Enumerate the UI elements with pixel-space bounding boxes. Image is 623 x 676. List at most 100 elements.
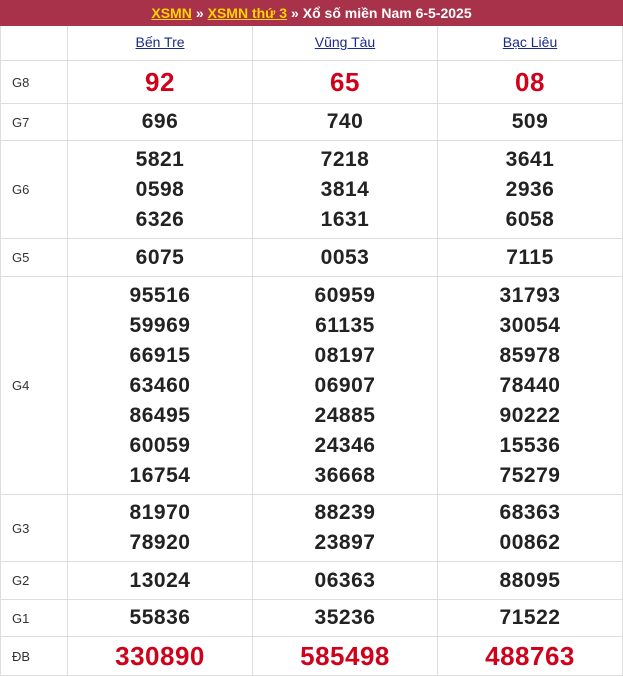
- result-number: 78440: [499, 373, 561, 397]
- result-cell: 740: [252, 103, 438, 141]
- prize-row-g2: G2 13024 06363 88095: [0, 561, 623, 600]
- result-number: 60959: [314, 283, 376, 307]
- result-number: 23897: [314, 531, 376, 554]
- result-cell: 0053: [252, 238, 438, 277]
- result-number-stack: 95516 59969 66915 63460 86495 60059 16754: [68, 281, 252, 491]
- result-number-stack: 68363 00862: [438, 498, 622, 558]
- result-cell: 06363: [252, 561, 438, 600]
- province-link-vung-tau[interactable]: Vũng Tàu: [315, 34, 375, 50]
- result-number: 60059: [129, 433, 191, 457]
- breadcrumb-link-xsmn-thu-3[interactable]: XSMN thứ 3: [208, 5, 287, 21]
- result-number: 16754: [129, 463, 191, 487]
- result-cell: 55836: [67, 599, 253, 637]
- result-number: 61135: [315, 313, 375, 337]
- result-number: 31793: [499, 283, 561, 307]
- result-number-stack: 0053: [253, 243, 437, 273]
- province-cell: Vũng Tàu: [252, 26, 438, 61]
- province-cell: Bến Tre: [67, 26, 253, 61]
- result-number: 2936: [505, 177, 555, 201]
- result-number: 30054: [499, 313, 561, 337]
- prize-row-db: ĐB 330890 585498 488763: [0, 636, 623, 676]
- prize-label: ĐB: [0, 636, 68, 676]
- result-number-stack: 509: [438, 107, 622, 137]
- result-number: 88095: [499, 568, 561, 592]
- result-cell: 95516 59969 66915 63460 86495 60059 16754: [67, 276, 253, 495]
- result-number-stack: 330890: [68, 641, 252, 671]
- result-number: 59969: [129, 313, 191, 337]
- result-cell: 71522: [437, 599, 623, 637]
- result-cell: 488763: [437, 636, 623, 676]
- result-cell: 330890: [67, 636, 253, 676]
- breadcrumb-link-xsmn[interactable]: XSMN: [151, 5, 191, 21]
- result-number-stack: 08: [438, 67, 622, 97]
- result-number-stack: 60959 61135 08197 06907 24885 24346 36668: [253, 281, 437, 491]
- result-number: 585498: [300, 641, 390, 671]
- results-table: Bến Tre Vũng Tàu Bạc Liêu G8 92 65 08 G7 696…: [0, 26, 623, 676]
- result-cell: 6075: [67, 238, 253, 277]
- result-cell: 3641 2936 6058: [437, 140, 623, 239]
- prize-row-g1: G1 55836 35236 71522: [0, 599, 623, 637]
- prize-label: G7: [0, 103, 68, 141]
- result-number-stack: 3641 2936 6058: [438, 145, 622, 235]
- result-number: 85978: [499, 343, 561, 367]
- result-cell: 7115: [437, 238, 623, 277]
- result-number: 86495: [129, 403, 191, 427]
- result-number-stack: 5821 0598 6326: [68, 145, 252, 235]
- result-cell: 92: [67, 60, 253, 104]
- result-cell: 31793 30054 85978 78440 90222 15536 75279: [437, 276, 623, 495]
- result-number-stack: 13024: [68, 566, 252, 596]
- result-cell: 65: [252, 60, 438, 104]
- result-number: 0598: [135, 177, 185, 201]
- result-number-stack: 7218 3814 1631: [253, 145, 437, 235]
- breadcrumb-separator: »: [195, 5, 204, 21]
- prize-row-g5: G5 6075 0053 7115: [0, 238, 623, 277]
- result-cell: 35236: [252, 599, 438, 637]
- result-number-stack: 81970 78920: [68, 498, 252, 558]
- result-number: 81970: [129, 501, 191, 524]
- result-number: 509: [511, 110, 549, 133]
- province-header-row: Bến Tre Vũng Tàu Bạc Liêu: [0, 26, 623, 61]
- result-cell: 696: [67, 103, 253, 141]
- result-number: 95516: [129, 283, 191, 307]
- prize-label: G2: [0, 561, 68, 600]
- result-cell: 5821 0598 6326: [67, 140, 253, 239]
- result-number: 68363: [499, 501, 561, 524]
- result-number: 71522: [499, 606, 561, 629]
- result-cell: 7218 3814 1631: [252, 140, 438, 239]
- province-link-bac-lieu[interactable]: Bạc Liêu: [503, 34, 557, 50]
- result-number-stack: 88095: [438, 566, 622, 596]
- prize-row-g8: G8 92 65 08: [0, 60, 623, 104]
- result-number: 696: [141, 110, 179, 133]
- result-number-stack: 585498: [253, 641, 437, 671]
- result-number: 90222: [499, 403, 561, 427]
- result-number: 740: [326, 110, 364, 133]
- prize-label: G1: [0, 599, 68, 637]
- page-title: Xổ số miền Nam 6-5-2025: [302, 5, 472, 21]
- prize-row-g3: G3 81970 78920 88239 23897 68363 00862: [0, 494, 623, 562]
- result-number-stack: 65: [253, 67, 437, 97]
- prize-label: G6: [0, 140, 68, 239]
- result-cell: 88239 23897: [252, 494, 438, 562]
- result-number: 55836: [129, 606, 191, 629]
- province-link-ben-tre[interactable]: Bến Tre: [135, 34, 184, 50]
- result-number: 78920: [129, 531, 191, 554]
- result-number: 08197: [314, 343, 376, 367]
- result-number-stack: 740: [253, 107, 437, 137]
- result-number-stack: 7115: [438, 243, 622, 273]
- result-number: 3641: [505, 147, 555, 171]
- result-number: 1631: [320, 207, 370, 231]
- prize-row-g7: G7 696 740 509: [0, 103, 623, 141]
- result-number: 08: [515, 67, 545, 97]
- result-number-stack: 696: [68, 107, 252, 137]
- corner-cell: [0, 26, 68, 61]
- prize-label: G5: [0, 238, 68, 277]
- result-number: 65: [330, 67, 360, 97]
- province-cell: Bạc Liêu: [437, 26, 623, 61]
- result-number-stack: 55836: [68, 603, 252, 633]
- result-number: 6075: [135, 245, 185, 269]
- result-cell: 60959 61135 08197 06907 24885 24346 36668: [252, 276, 438, 495]
- result-number: 6326: [135, 207, 185, 231]
- result-cell: 81970 78920: [67, 494, 253, 562]
- result-number: 3814: [320, 177, 370, 201]
- result-number: 6058: [505, 207, 555, 231]
